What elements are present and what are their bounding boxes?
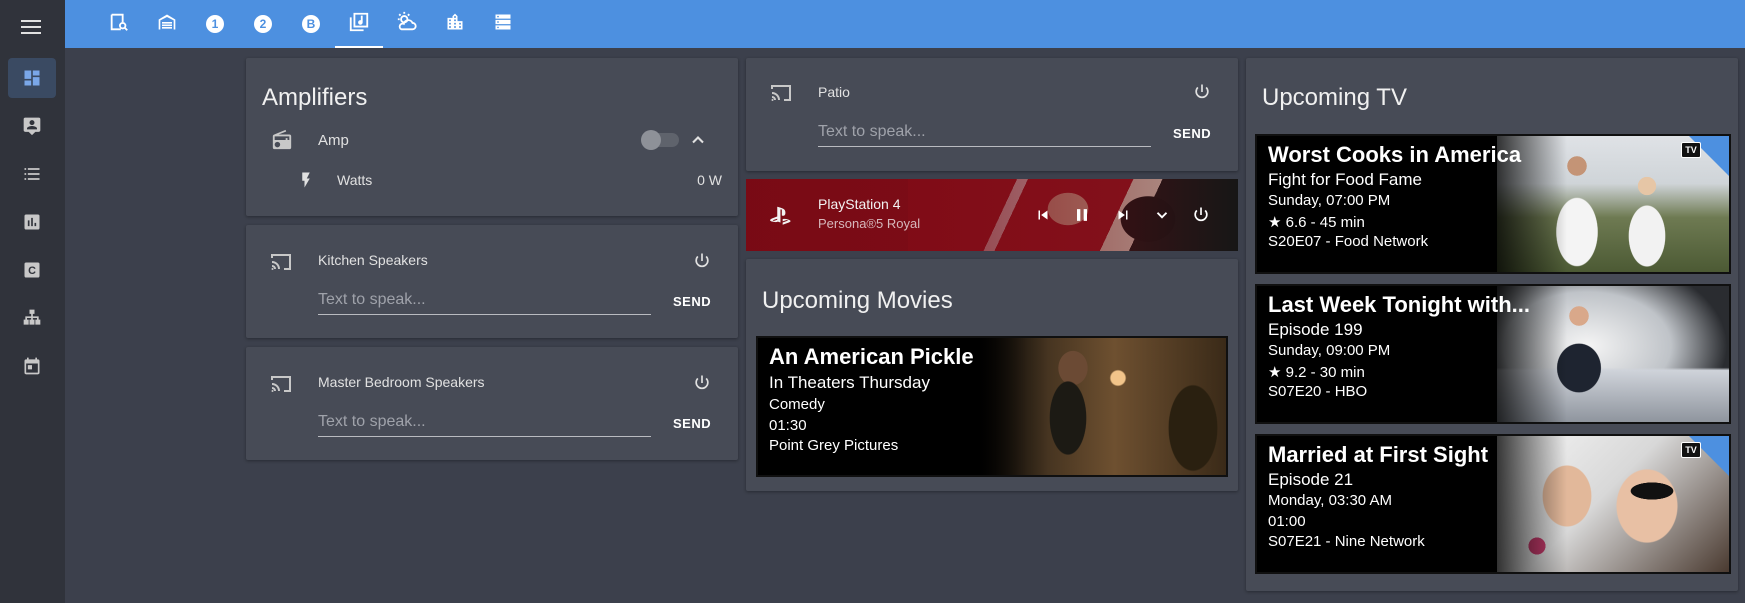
tab-garage[interactable] [143, 0, 191, 48]
tv-episode: Fight for Food Fame [1268, 170, 1423, 189]
menu-icon[interactable] [21, 16, 41, 36]
watts-label: Watts [337, 172, 373, 188]
upcoming-tv-card: Upcoming TV TV Worst Cooks in America Fi… [1246, 58, 1738, 591]
tv-poster-item[interactable]: TV Worst Cooks in America Fight for Food… [1255, 134, 1731, 274]
pause-icon[interactable] [1071, 204, 1093, 226]
kitchen-speakers-card: Kitchen Speakers Text to speak... SEND [246, 225, 738, 338]
master-send-button[interactable]: SEND [673, 416, 711, 431]
tab-2[interactable]: 2 [239, 0, 287, 48]
tv-title: Married at First Sight [1268, 442, 1489, 467]
patio-send-button[interactable]: SEND [1173, 126, 1211, 141]
playstation-icon [768, 203, 792, 227]
top-app-bar: 1 2 B [65, 0, 1745, 48]
movie-title: An American Pickle [769, 344, 974, 369]
movie-genre: Comedy [769, 396, 825, 413]
tv-airtime: Sunday, 09:00 PM [1268, 342, 1391, 359]
power-icon[interactable] [1190, 80, 1214, 104]
tv-badge-icon: TV [1681, 142, 1701, 158]
movie-poster-item[interactable]: An American Pickle In Theaters Thursday … [756, 336, 1228, 477]
sidebar: C [0, 0, 65, 603]
tv-airtime: Monday, 03:30 AM [1268, 492, 1392, 509]
cast-icon [768, 80, 794, 106]
music-box-icon [348, 11, 370, 38]
watts-value: 0 W [697, 172, 722, 188]
home-search-icon [108, 11, 130, 38]
cast-icon [268, 371, 294, 397]
tv-episode: Episode 199 [1268, 320, 1363, 339]
svg-text:C: C [28, 265, 36, 277]
power-icon[interactable] [690, 249, 714, 273]
chevron-down-icon[interactable] [1151, 204, 1173, 226]
tv-runtime: 01:00 [1268, 513, 1306, 530]
master-bedroom-speakers-card: Master Bedroom Speakers Text to speak...… [246, 347, 738, 460]
master-bedroom-speakers-name: Master Bedroom Speakers [318, 374, 485, 390]
kitchen-speakers-name: Kitchen Speakers [318, 252, 428, 268]
skip-next-icon[interactable] [1112, 204, 1134, 226]
tab-city[interactable] [431, 0, 479, 48]
bar-chart-icon[interactable] [8, 202, 56, 242]
tab-music[interactable] [335, 0, 383, 48]
tv-rating: ★ 9.2 - 30 min [1268, 364, 1365, 381]
tv-poster-item[interactable]: Last Week Tonight with... Episode 199 Su… [1255, 284, 1731, 424]
sitemap-icon[interactable] [8, 298, 56, 338]
tv-network: S20E07 - Food Network [1268, 233, 1429, 250]
flash-icon [294, 168, 318, 192]
card-title: Upcoming Movies [762, 287, 953, 314]
movie-release: In Theaters Thursday [769, 373, 930, 392]
tab-weather[interactable] [383, 0, 431, 48]
tv-episode: Episode 21 [1268, 470, 1354, 489]
kitchen-tts-input[interactable]: Text to speak... [318, 291, 651, 315]
tv-airtime: Sunday, 07:00 PM [1268, 192, 1391, 209]
amplifiers-card: Amplifiers Amp Watts 0 W [246, 58, 738, 216]
list-icon[interactable] [8, 154, 56, 194]
master-tts-input[interactable]: Text to speak... [318, 413, 651, 437]
server-icon [493, 12, 513, 37]
dashboard-icon[interactable] [8, 58, 56, 98]
c-box-icon[interactable]: C [8, 250, 56, 290]
tab-home-search[interactable] [95, 0, 143, 48]
tv-title: Worst Cooks in America [1268, 142, 1522, 167]
garage-icon [157, 12, 177, 37]
tab-server[interactable] [479, 0, 527, 48]
media-title: PlayStation 4 [818, 196, 901, 212]
card-title: Upcoming TV [1262, 84, 1407, 111]
tv-badge-icon: TV [1681, 442, 1701, 458]
patio-name: Patio [818, 84, 850, 100]
patio-tts-input[interactable]: Text to speak... [818, 123, 1151, 147]
movie-studio: Point Grey Pictures [769, 437, 899, 454]
city-icon [445, 12, 465, 37]
upcoming-movies-card: Upcoming Movies An American Pickle In Th… [746, 259, 1238, 491]
power-icon[interactable] [1189, 203, 1213, 227]
tv-poster-item[interactable]: TV Married at First Sight Episode 21 Mon… [1255, 434, 1731, 574]
amp-toggle[interactable] [641, 130, 679, 150]
letter-b-icon: B [302, 15, 320, 33]
card-title: Amplifiers [262, 84, 368, 111]
calendar-icon[interactable] [8, 346, 56, 386]
skip-previous-icon[interactable] [1032, 204, 1054, 226]
media-subtitle: Persona®5 Royal [818, 216, 921, 231]
tv-rating: ★ 6.6 - 45 min [1268, 214, 1365, 231]
numeric-2-icon: 2 [254, 15, 272, 33]
tv-network: S07E21 - Nine Network [1268, 533, 1425, 550]
amp-label: Amp [318, 132, 349, 149]
tab-1[interactable]: 1 [191, 0, 239, 48]
kitchen-send-button[interactable]: SEND [673, 294, 711, 309]
numeric-1-icon: 1 [206, 15, 224, 33]
radio-icon [270, 128, 294, 152]
power-icon[interactable] [690, 371, 714, 395]
chevron-up-icon[interactable] [686, 128, 710, 152]
patio-card: Patio Text to speak... SEND [746, 58, 1238, 171]
tab-b[interactable]: B [287, 0, 335, 48]
tv-network: S07E20 - HBO [1268, 383, 1368, 400]
weather-partly-cloudy-icon [396, 11, 418, 38]
movie-runtime: 01:30 [769, 417, 807, 434]
cast-icon [268, 249, 294, 275]
media-player-card: PlayStation 4 Persona®5 Royal [746, 179, 1238, 251]
account-box-icon[interactable] [8, 106, 56, 146]
tv-title: Last Week Tonight with... [1268, 292, 1530, 317]
